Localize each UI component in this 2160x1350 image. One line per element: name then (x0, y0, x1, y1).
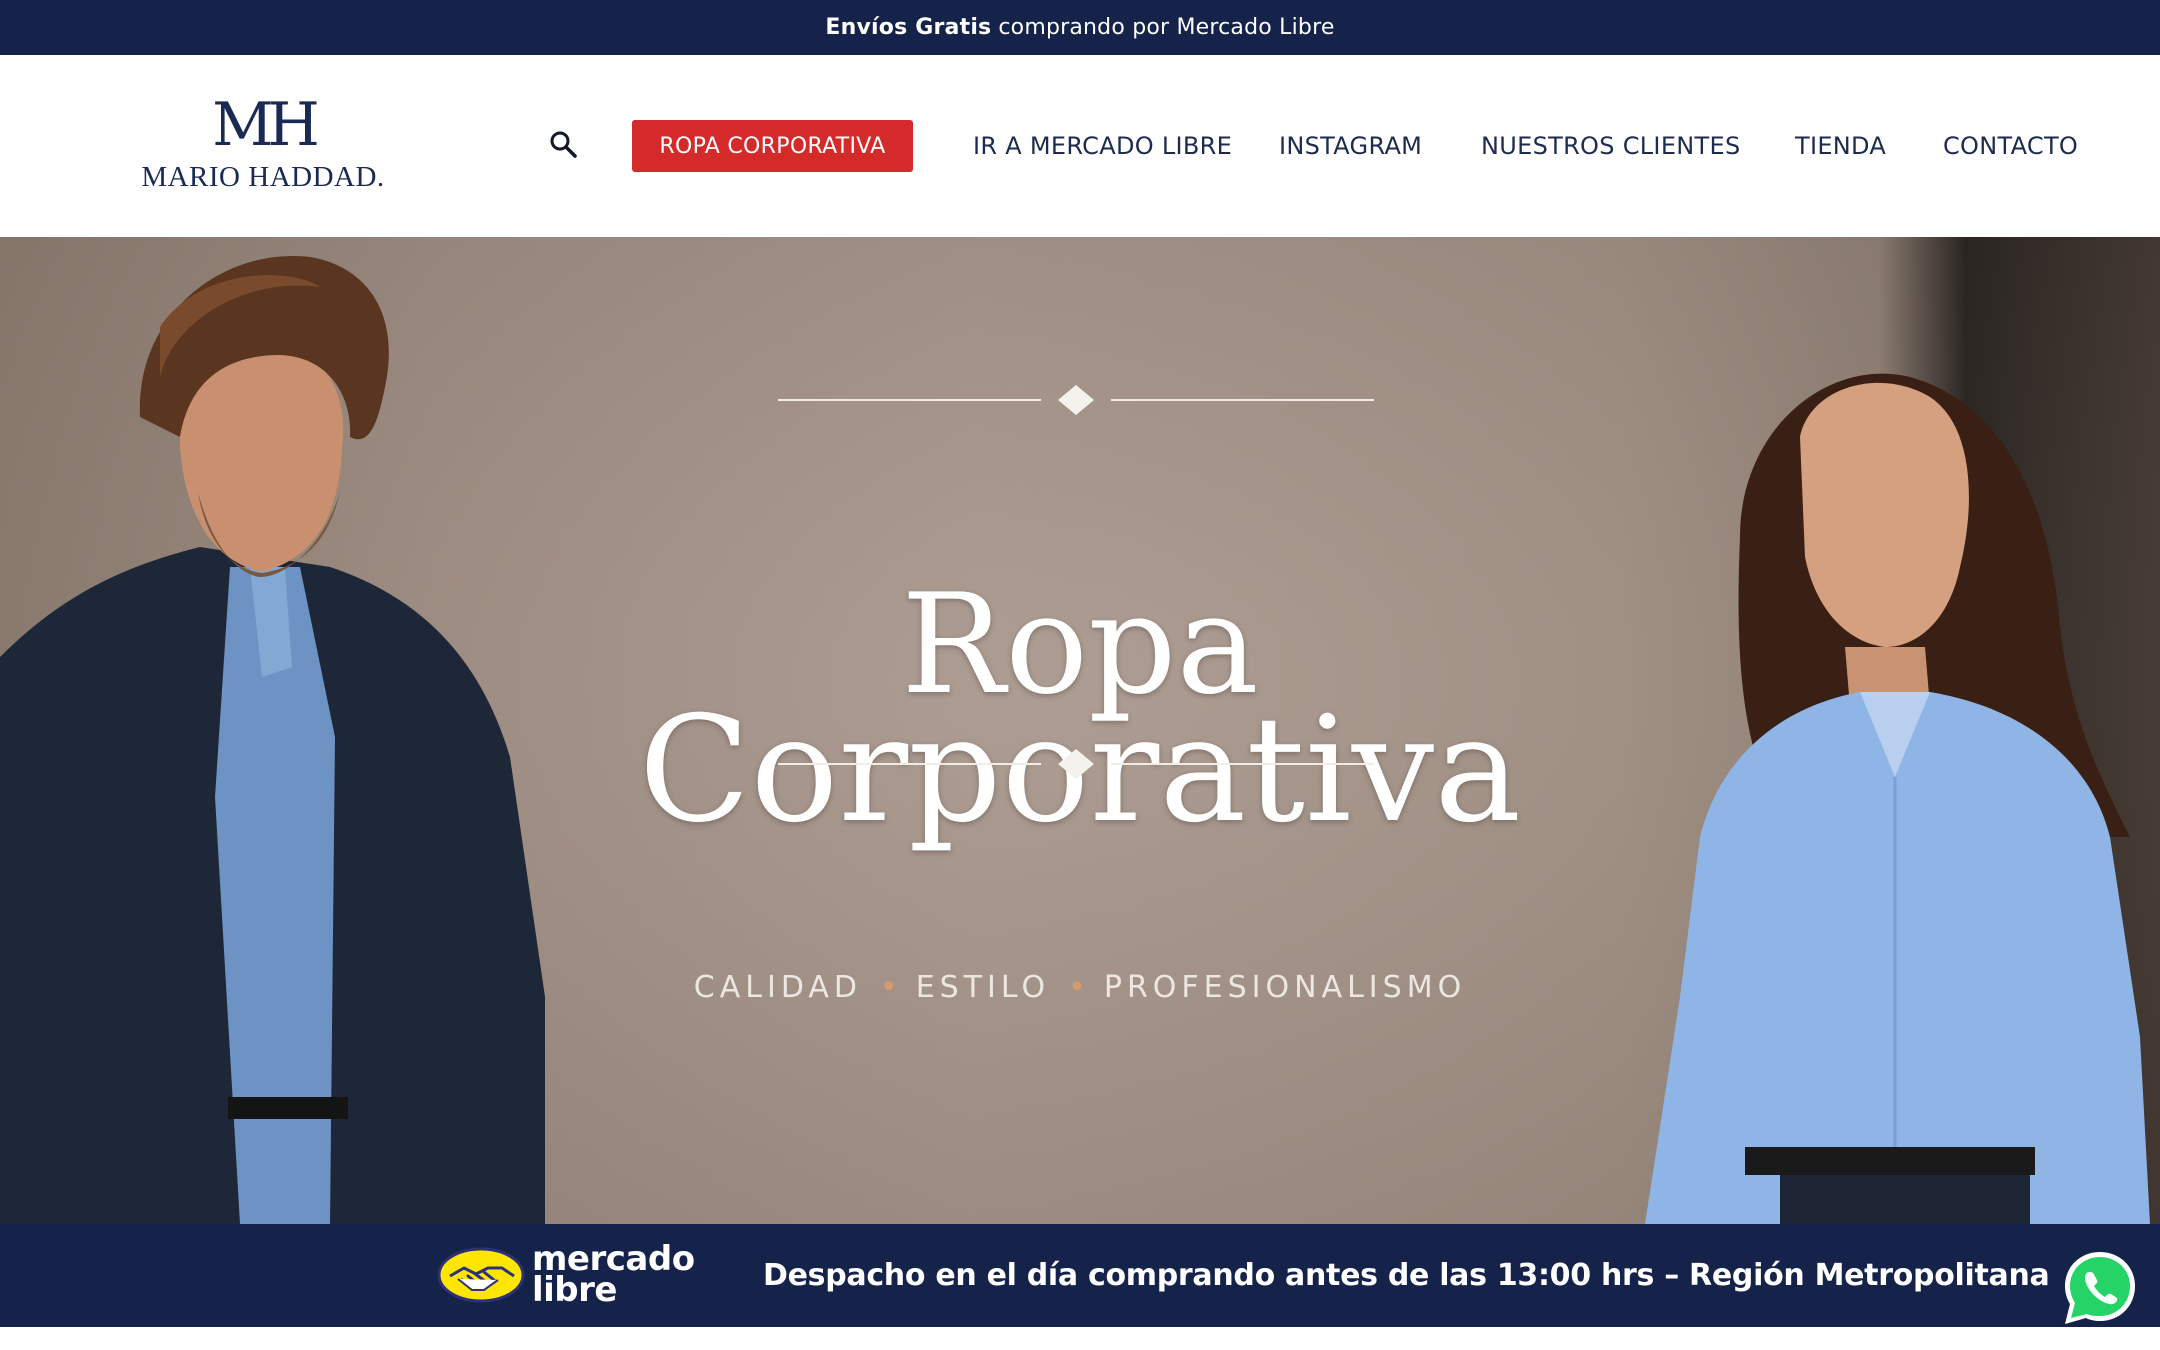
brand-line-libre: libre (532, 1270, 617, 1310)
brand-logo[interactable]: MH MARIO HADDAD. (130, 95, 396, 195)
nav-tienda[interactable]: TIENDA (1795, 132, 1886, 162)
footer-strip (0, 1327, 2160, 1350)
hero-banner[interactable]: Ropa Corporativa CALIDAD • ESTILO • PROFESIO… (0, 237, 2160, 1224)
nav-nuestros-clientes[interactable]: NUESTROS CLIENTES (1481, 132, 1741, 162)
whatsapp-icon[interactable] (2060, 1248, 2140, 1328)
mercadolibre-banner[interactable]: mercado libre Despacho en el día compran… (0, 1224, 2160, 1327)
logo-wordmark: MARIO HADDAD. (141, 161, 385, 193)
diamond-ornament-bottom (778, 749, 1374, 779)
tagline-calidad: CALIDAD (693, 970, 863, 1005)
ropa-corporativa-button[interactable]: ROPA CORPORATIVA (632, 120, 913, 172)
announcement-bold: Envíos Gratis (825, 15, 992, 40)
female-model-figure (1645, 373, 2150, 1224)
announcement-text: comprando por Mercado Libre (998, 15, 1335, 40)
nav-contacto[interactable]: CONTACTO (1943, 132, 2078, 162)
dispatch-message: Despacho en el día comprando antes de la… (763, 1258, 2050, 1293)
logo-monogram: MH (212, 90, 320, 160)
hero-tagline: CALIDAD • ESTILO • PROFESIONALISMO (580, 970, 1580, 1005)
mercadolibre-wordmark: mercado libre (532, 1242, 695, 1310)
tagline-estilo: ESTILO (915, 970, 1051, 1005)
male-model-figure (0, 256, 545, 1224)
nav-mercado-libre[interactable]: IR A MERCADO LIBRE (973, 132, 1232, 162)
tagline-separator: • (1068, 970, 1086, 1005)
nav-instagram[interactable]: INSTAGRAM (1279, 132, 1422, 162)
announcement-bar: Envíos Gratis comprando por Mercado Libr… (0, 0, 2160, 55)
tagline-separator: • (880, 970, 898, 1005)
site-header: MH MARIO HADDAD. ROPA CORPORATIVA IR A M… (0, 55, 2160, 237)
diamond-ornament-top (778, 385, 1374, 415)
tagline-profesionalismo: PROFESIONALISMO (1103, 970, 1467, 1005)
search-icon[interactable] (548, 129, 578, 159)
mercadolibre-handshake-icon (437, 1247, 525, 1303)
